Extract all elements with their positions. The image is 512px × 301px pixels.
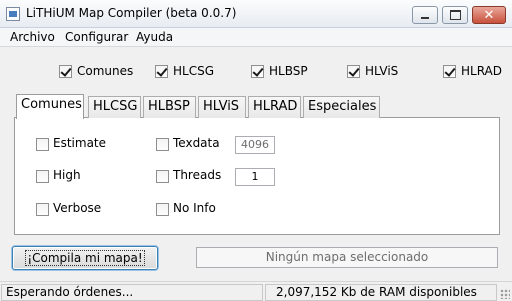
tab-panel-comunes: Estimate High Verbose Texdata 4096 Threa… [14, 117, 500, 235]
close-icon: ✕ [483, 7, 495, 23]
threads-input[interactable]: 1 [235, 168, 275, 186]
tab-hlrad[interactable]: HLRAD [248, 96, 301, 118]
compile-button-label: ¡Compila mi mapa! [25, 250, 145, 266]
texdata-label: Texdata [173, 136, 220, 150]
status-message: Esperando órdenes... [1, 284, 263, 301]
title-bar: LiTHiUM Map Compiler (beta 0.0.7) ✕ [0, 0, 512, 28]
tab-comunes[interactable]: Comunes [16, 94, 84, 119]
minimize-button[interactable] [412, 6, 438, 24]
high-label: High [53, 168, 81, 182]
menu-bar: Archivo Configurar Ayuda [0, 28, 512, 47]
menu-archivo[interactable]: Archivo [10, 30, 55, 44]
selected-map-field: Ningún mapa seleccionado [196, 247, 498, 268]
stage-hlbsp-checkbox[interactable] [251, 65, 264, 78]
ram-available: 2,097,152 Kb de RAM disponibles [265, 284, 497, 301]
stage-hlcsg-checkbox[interactable] [155, 65, 168, 78]
noinfo-label: No Info [173, 201, 216, 215]
stage-hlcsg-label: HLCSG [173, 64, 215, 78]
stage-hlrad-checkbox[interactable] [443, 65, 456, 78]
menu-configurar[interactable]: Configurar [65, 30, 128, 44]
window-title: LiTHiUM Map Compiler (beta 0.0.7) [26, 6, 237, 20]
menu-ayuda[interactable]: Ayuda [136, 30, 173, 44]
stage-hlrad-label: HLRAD [461, 64, 503, 78]
maximize-button[interactable] [442, 6, 468, 24]
threads-label: Threads [173, 168, 222, 182]
threads-checkbox[interactable] [156, 170, 169, 183]
minimize-icon [413, 7, 437, 23]
stage-hlvis-checkbox[interactable] [347, 65, 360, 78]
tab-hlbsp[interactable]: HLBSP [143, 96, 196, 118]
tab-hlcsg[interactable]: HLCSG [88, 96, 141, 118]
resize-grip-icon[interactable] [500, 289, 510, 299]
compile-button[interactable]: ¡Compila mi mapa! [12, 246, 158, 270]
maximize-icon [443, 7, 467, 23]
verbose-checkbox[interactable] [36, 203, 49, 216]
stage-hlbsp-label: HLBSP [269, 64, 308, 78]
stage-comunes-label: Comunes [77, 64, 134, 78]
stage-hlvis-label: HLViS [365, 64, 399, 78]
app-icon [6, 7, 20, 21]
estimate-checkbox[interactable] [36, 138, 49, 151]
status-bar: Esperando órdenes... 2,097,152 Kb de RAM… [0, 281, 512, 301]
stage-comunes-checkbox[interactable] [59, 65, 72, 78]
tab-hlvis[interactable]: HLViS [198, 96, 246, 118]
texdata-input[interactable]: 4096 [235, 136, 275, 154]
verbose-label: Verbose [53, 201, 102, 215]
high-checkbox[interactable] [36, 170, 49, 183]
close-button[interactable]: ✕ [472, 6, 506, 24]
estimate-label: Estimate [53, 136, 107, 150]
noinfo-checkbox[interactable] [156, 203, 169, 216]
texdata-checkbox[interactable] [156, 138, 169, 151]
tab-especiales[interactable]: Especiales [303, 96, 380, 118]
app-window: LiTHiUM Map Compiler (beta 0.0.7) ✕ Arch… [0, 0, 512, 301]
